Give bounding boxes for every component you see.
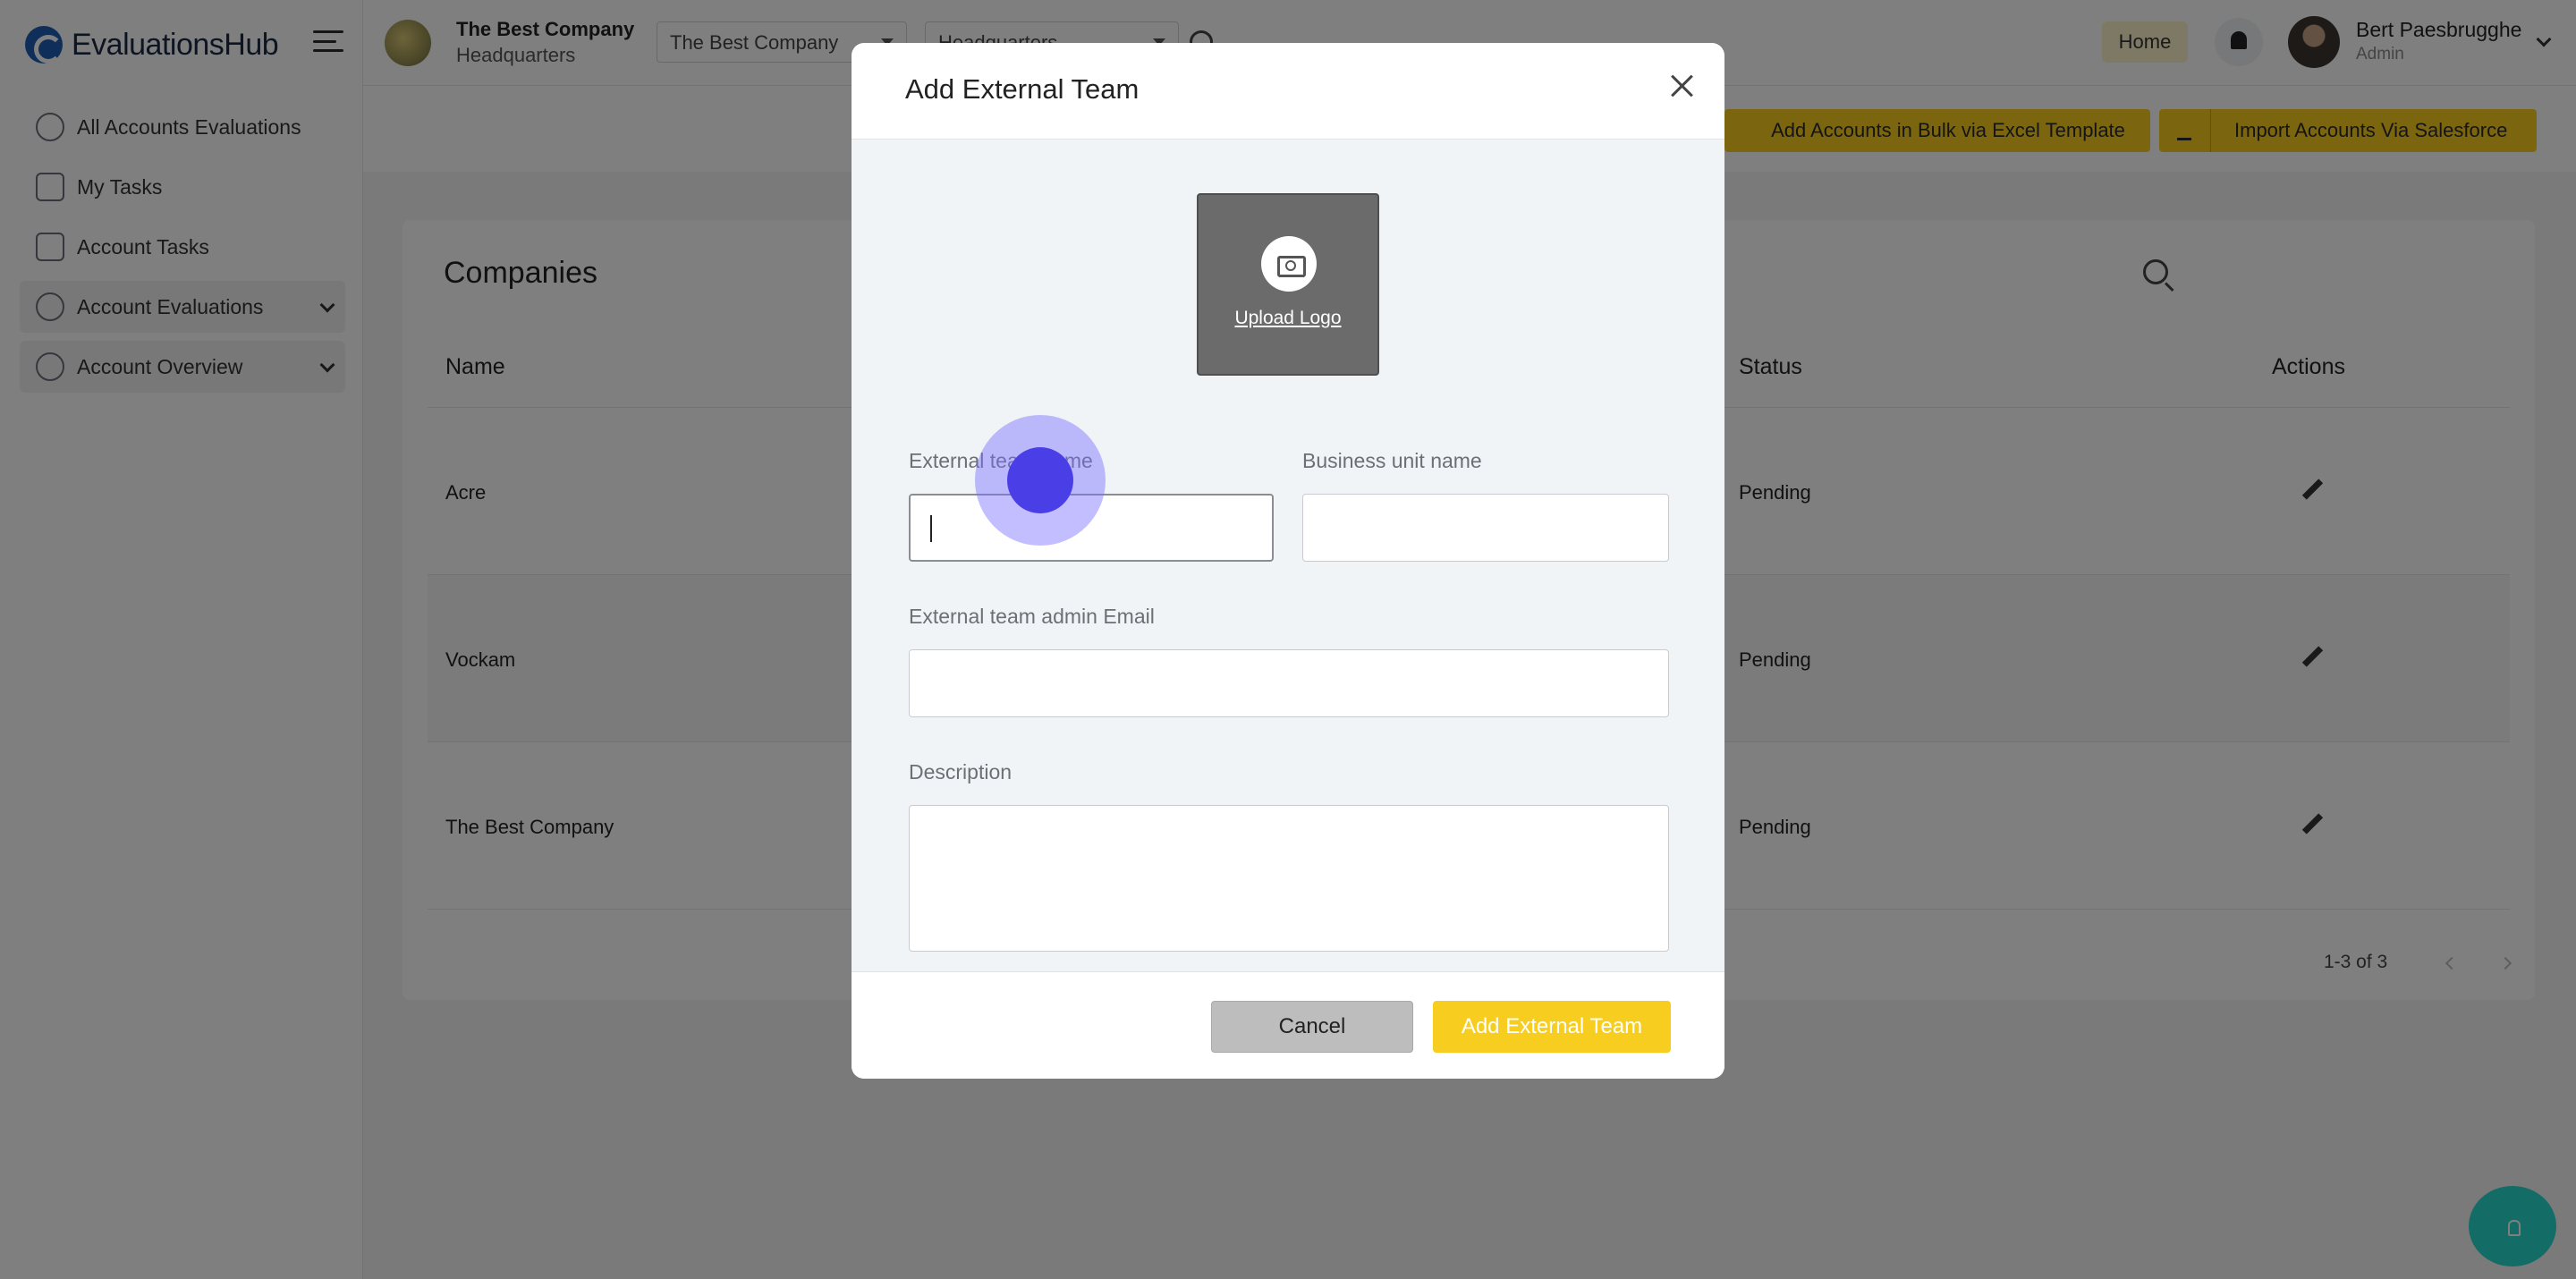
dialog-footer: Cancel Add External Team [852,971,1724,1079]
cancel-button[interactable]: Cancel [1211,1001,1413,1053]
close-icon[interactable] [1665,70,1698,102]
camera-icon [1261,236,1317,292]
add-external-team-dialog: Add External Team Upload Logo External t… [852,43,1724,1079]
click-indicator-dot [1007,447,1073,513]
dialog-header: Add External Team [852,43,1724,140]
description-textarea[interactable] [909,805,1669,952]
business-unit-input[interactable] [1302,494,1669,562]
dialog-title: Add External Team [905,73,1140,105]
upload-logo-label[interactable]: Upload Logo [1199,308,1377,329]
text-caret [930,515,932,542]
business-unit-label: Business unit name [1302,449,1482,472]
dialog-body: Upload Logo External team name Business … [852,140,1724,971]
description-label: Description [909,760,1013,783]
upload-logo-button[interactable]: Upload Logo [1197,193,1379,376]
add-external-team-button[interactable]: Add External Team [1433,1001,1671,1053]
admin-email-field[interactable] [909,649,1669,717]
admin-email-label: External team admin Email [909,605,1155,628]
